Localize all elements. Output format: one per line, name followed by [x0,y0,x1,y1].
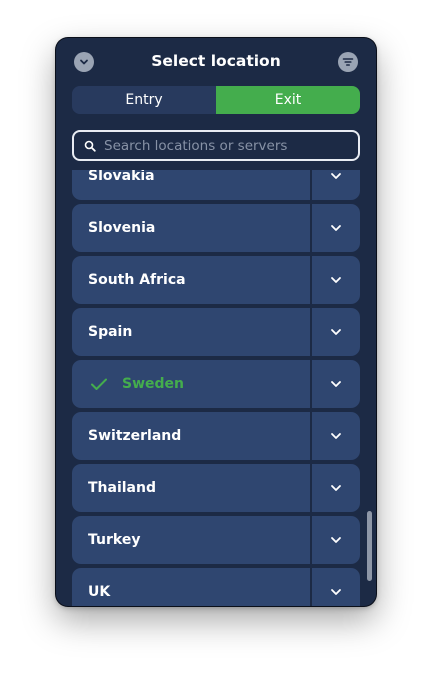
filter-button[interactable] [338,52,358,72]
chevron-down-icon [330,484,342,492]
location-row[interactable]: Switzerland [72,412,360,460]
location-row[interactable]: UK [72,568,360,606]
location-select-area[interactable]: Thailand [72,464,310,512]
select-location-window: Select location Entry Exit Search locati… [56,38,376,606]
expand-button[interactable] [312,464,360,512]
chevron-down-icon [330,276,342,284]
chevron-down-icon [330,380,342,388]
location-select-area[interactable]: Slovenia [72,204,310,252]
location-name: South Africa [88,272,186,288]
tab-entry[interactable]: Entry [72,86,216,114]
tab-exit[interactable]: Exit [216,86,360,114]
location-name: Turkey [88,532,141,548]
chevron-down-icon [330,172,342,180]
location-name: UK [88,584,111,600]
location-row[interactable]: Turkey [72,516,360,564]
location-select-area[interactable]: South Africa [72,256,310,304]
location-name: Thailand [88,480,156,496]
check-icon [90,377,108,391]
expand-button[interactable] [312,516,360,564]
location-row[interactable]: Thailand [72,464,360,512]
expand-button[interactable] [312,308,360,356]
location-list[interactable]: Slovakia Slovenia South Africa Spain Sweden S… [56,170,376,606]
location-row[interactable]: Slovenia [72,204,360,252]
location-select-area[interactable]: UK [72,568,310,606]
expand-button[interactable] [312,412,360,460]
entry-exit-tabs: Entry Exit [72,86,360,114]
search-icon [84,140,96,152]
location-name: Slovakia [88,170,155,184]
location-row[interactable]: Sweden [72,360,360,408]
expand-button[interactable] [312,170,360,200]
location-name: Slovenia [88,220,156,236]
chevron-down-icon [330,536,342,544]
chevron-down-icon [330,224,342,232]
expand-button[interactable] [312,256,360,304]
location-row[interactable]: South Africa [72,256,360,304]
chevron-down-icon [330,328,342,336]
search-input[interactable]: Search locations or servers [72,130,360,161]
location-name: Sweden [122,376,184,392]
scrollbar-thumb[interactable] [367,511,372,581]
location-row[interactable]: Spain [72,308,360,356]
expand-button[interactable] [312,204,360,252]
chevron-down-icon [330,432,342,440]
page-title: Select location [151,52,281,70]
expand-button[interactable] [312,360,360,408]
location-select-area[interactable]: Switzerland [72,412,310,460]
search-placeholder: Search locations or servers [104,137,288,154]
location-select-area[interactable]: Sweden [72,360,310,408]
location-select-area[interactable]: Spain [72,308,310,356]
header: Select location [56,38,376,86]
location-row[interactable]: Slovakia [72,170,360,200]
location-select-area[interactable]: Slovakia [72,170,310,200]
filter-icon [342,57,354,67]
location-name: Spain [88,324,133,340]
location-select-area[interactable]: Turkey [72,516,310,564]
chevron-down-icon [330,588,342,596]
expand-button[interactable] [312,568,360,606]
location-name: Switzerland [88,428,182,444]
